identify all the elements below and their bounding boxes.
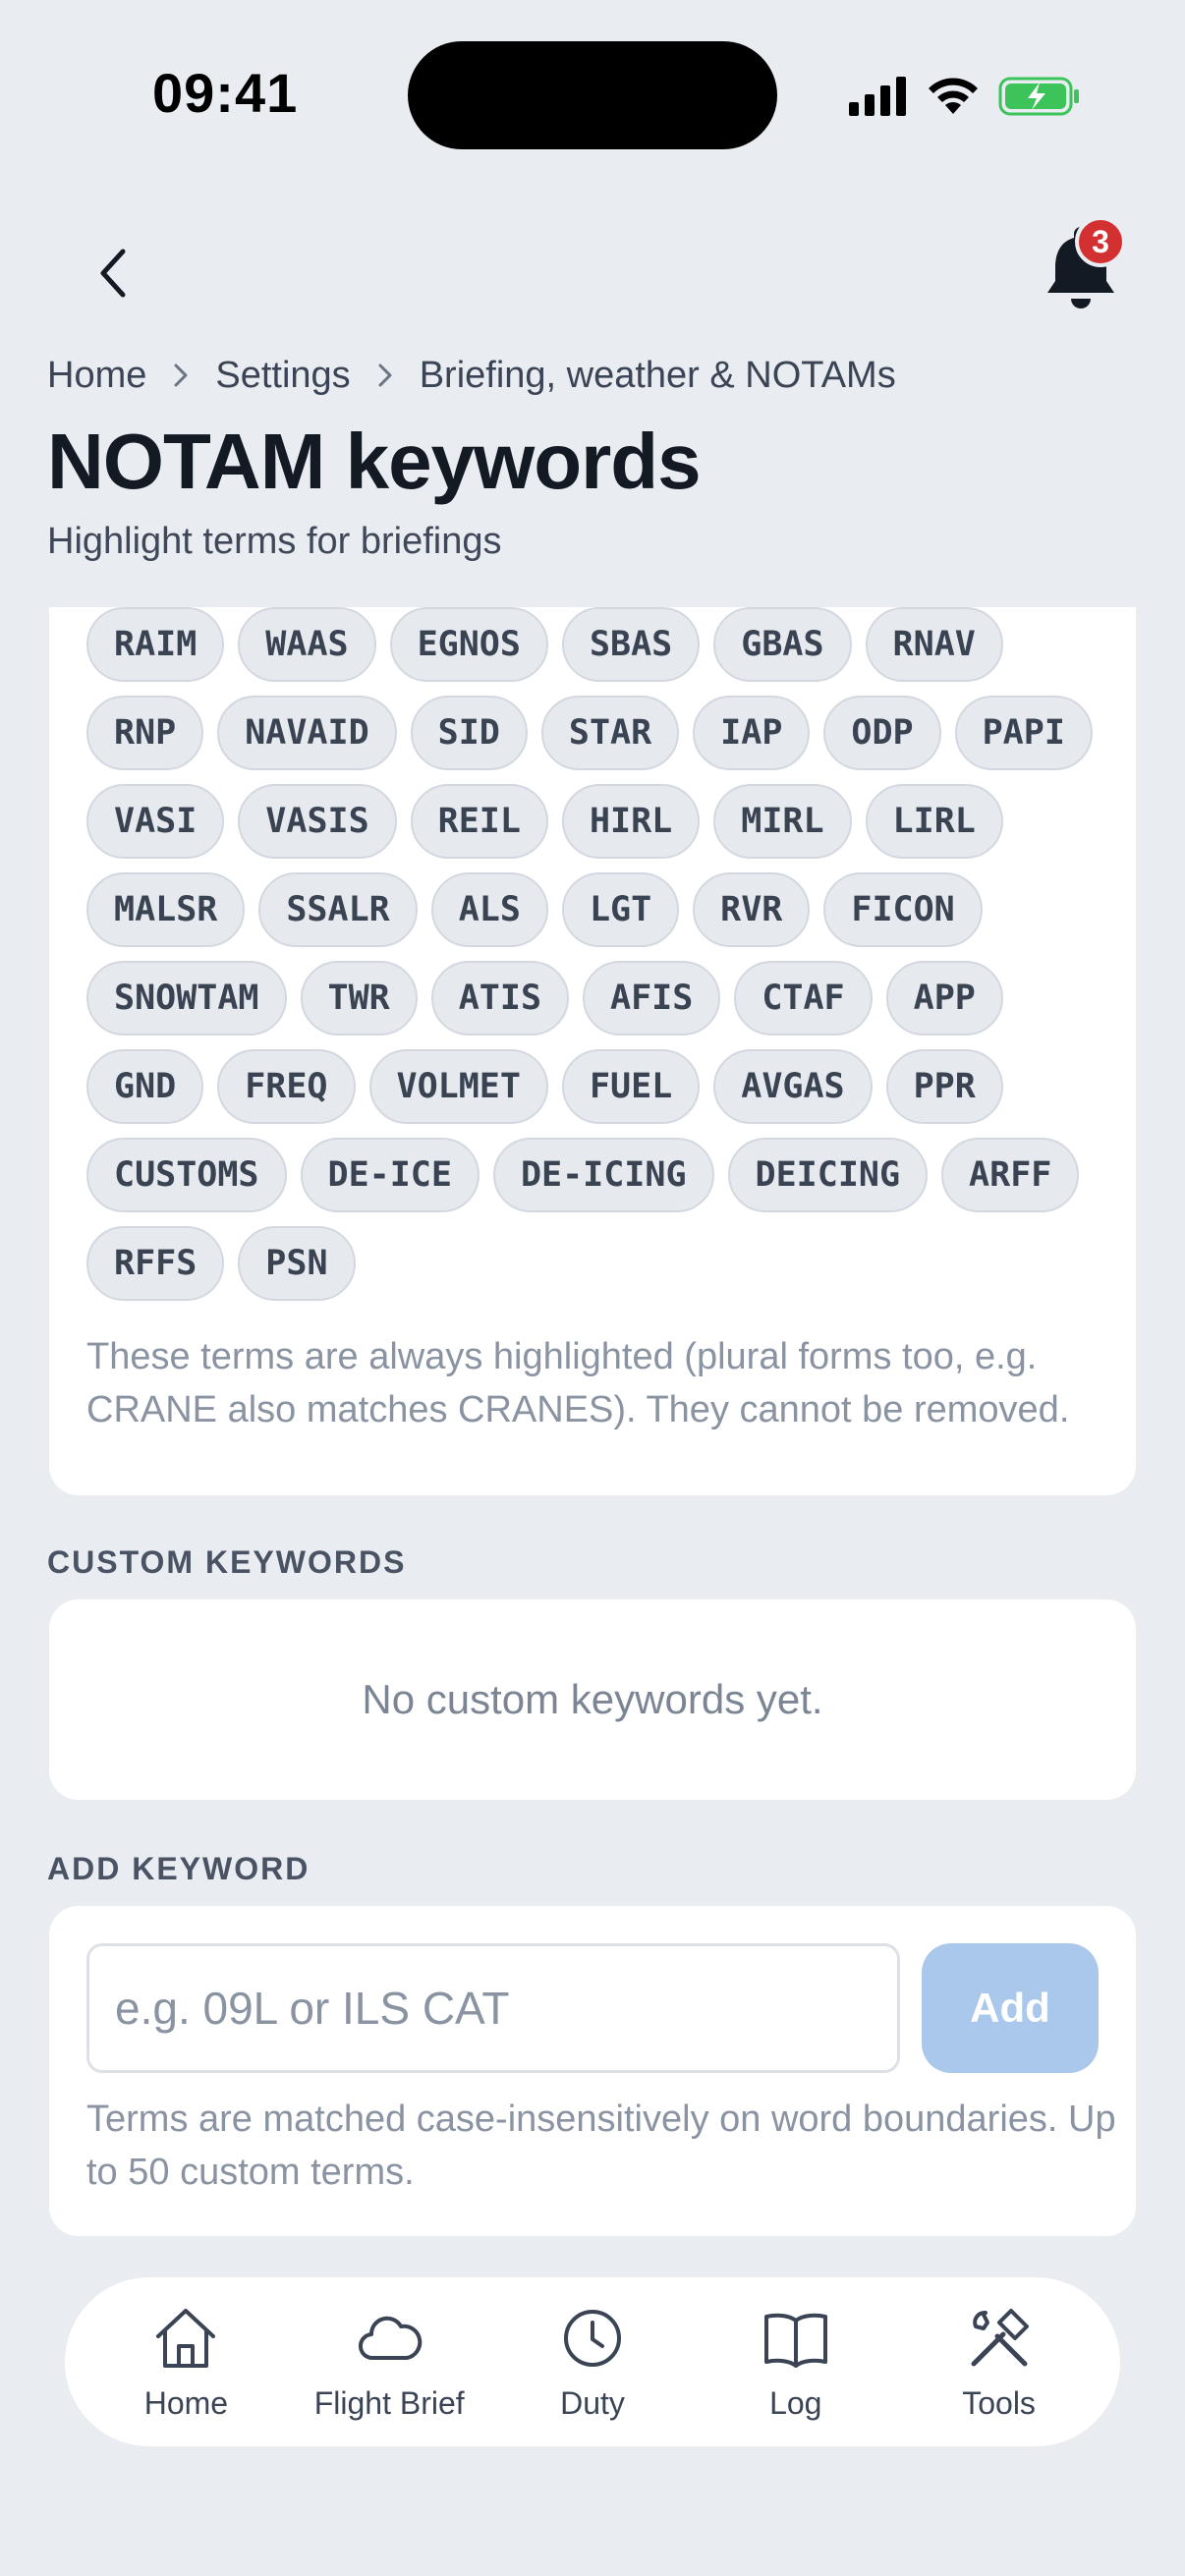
default-keywords-scroll[interactable]: RAIM WAAS EGNOS SBAS GBAS RNAV RNP NAVAID SID STA… [49,607,1136,1495]
keyword-chip: MALSR [86,872,246,947]
keyword-chip: AVGAS [713,1049,873,1124]
breadcrumb-home[interactable]: Home [47,355,146,397]
keyword-chip: LGT [561,872,680,947]
keyword-chip: RNAV [865,607,1003,682]
custom-keywords-heading: CUSTOM KEYWORDS [47,1544,407,1580]
keyword-chip: STAR [540,696,680,770]
keyword-chip: PSN [238,1226,356,1301]
home-icon [156,2308,216,2368]
default-keywords-note: These terms are always highlighted (plur… [86,1336,1070,1430]
tab-tools[interactable]: Tools [901,2303,1098,2422]
keyword-chip: SNOWTAM [86,961,287,1036]
tab-bar: Home Flight Brief Duty Log Tools [65,2277,1120,2446]
custom-keywords-card: No custom keywords yet. [49,1599,1136,1800]
breadcrumb-briefing: Briefing, weather & NOTAMs [419,354,896,396]
notification-count-badge: 3 [1075,216,1126,267]
breadcrumb-settings[interactable]: Settings [215,355,350,397]
keyword-chip: RNP [86,696,204,770]
keyword-chip: LIRL [865,784,1003,859]
keyword-chip: GND [86,1049,204,1124]
chevron-right-icon [351,363,420,388]
tab-duty[interactable]: Duty [494,2303,691,2422]
battery-charging-icon [998,77,1079,116]
keyword-chip: ATIS [430,961,570,1036]
page-subtitle: Highlight terms for briefings [47,521,502,562]
tools-icon [971,2308,1029,2366]
add-keyword-heading: ADD KEYWORD [47,1851,310,1886]
custom-keywords-empty-text: No custom keywords yet. [362,1676,823,1722]
add-keyword-note: Terms are matched case-insensitively on … [86,2099,1116,2193]
page-title: NOTAM keywords [47,418,702,505]
status-bar: 09:41 [0,0,1185,177]
keyword-chip: VASIS [238,784,397,859]
keyword-input[interactable] [86,1943,900,2073]
keyword-chip: APP [885,961,1003,1036]
keyword-chip: ODP [823,696,941,770]
keyword-chip: VOLMET [368,1049,548,1124]
keyword-chip: CUSTOMS [86,1138,287,1212]
tab-flight-brief[interactable]: Flight Brief [291,2303,487,2422]
keyword-chip: FICON [823,872,983,947]
keyword-chip: HIRL [561,784,701,859]
default-keyword-chips: RAIM WAAS EGNOS SBAS GBAS RNAV RNP NAVAID SID STA… [86,607,1100,1301]
back-button[interactable] [79,234,147,312]
keyword-chip: FUEL [561,1049,701,1124]
keyword-chip: IAP [693,696,811,770]
keyword-chip: CTAF [734,961,873,1036]
keyword-chip: SID [410,696,528,770]
keyword-chip: ALS [430,872,548,947]
keyword-chip: GBAS [713,607,852,682]
default-keywords-card: RAIM WAAS EGNOS SBAS GBAS RNAV RNP NAVAID SID STA… [49,607,1136,1495]
keyword-chip: PPR [885,1049,1003,1124]
keyword-chip: RFFS [86,1226,225,1301]
keyword-chip: NAVAID [217,696,397,770]
dynamic-island [408,41,777,149]
keyword-chip: TWR [300,961,418,1036]
tab-label: Tools [962,2384,1036,2421]
keyword-chip: RVR [693,872,811,947]
tab-label: Home [143,2384,229,2421]
keyword-chip: REIL [410,784,548,859]
add-keyword-card: Add Terms are matched case-insensitively… [49,1906,1136,2236]
keyword-chip: DE-ICE [300,1138,480,1212]
cloud-icon [359,2316,423,2360]
keyword-chip: SSALR [258,872,418,947]
tab-label: Duty [560,2384,625,2421]
cellular-signal-icon [849,77,906,116]
wifi-icon [929,78,978,114]
tab-label: Log [769,2384,822,2421]
breadcrumb: Home Settings Briefing, weather & NOTAMs [47,350,896,401]
keyword-chip: RAIM [86,607,225,682]
keyword-chip: MIRL [713,784,852,859]
keyword-chip: SBAS [561,607,701,682]
keyword-chip: FREQ [217,1049,356,1124]
keyword-chip: PAPI [954,696,1093,770]
status-time: 09:41 [152,62,299,124]
keyword-chip: EGNOS [389,607,548,682]
keyword-chip: WAAS [238,607,376,682]
keyword-chip: AFIS [583,961,721,1036]
add-keyword-button[interactable]: Add [922,1943,1099,2073]
keyword-chip: DE-ICING [492,1138,714,1212]
chevron-right-icon [146,363,215,388]
keyword-chip: ARFF [941,1138,1080,1212]
clock-icon [563,2309,621,2367]
chevron-left-icon [100,249,126,298]
keyword-chip: DEICING [727,1138,929,1212]
tab-label: Flight Brief [313,2384,465,2421]
tab-home[interactable]: Home [87,2303,284,2422]
book-icon [763,2313,827,2368]
tab-log[interactable]: Log [698,2303,894,2422]
keyword-chip: VASI [86,784,225,859]
